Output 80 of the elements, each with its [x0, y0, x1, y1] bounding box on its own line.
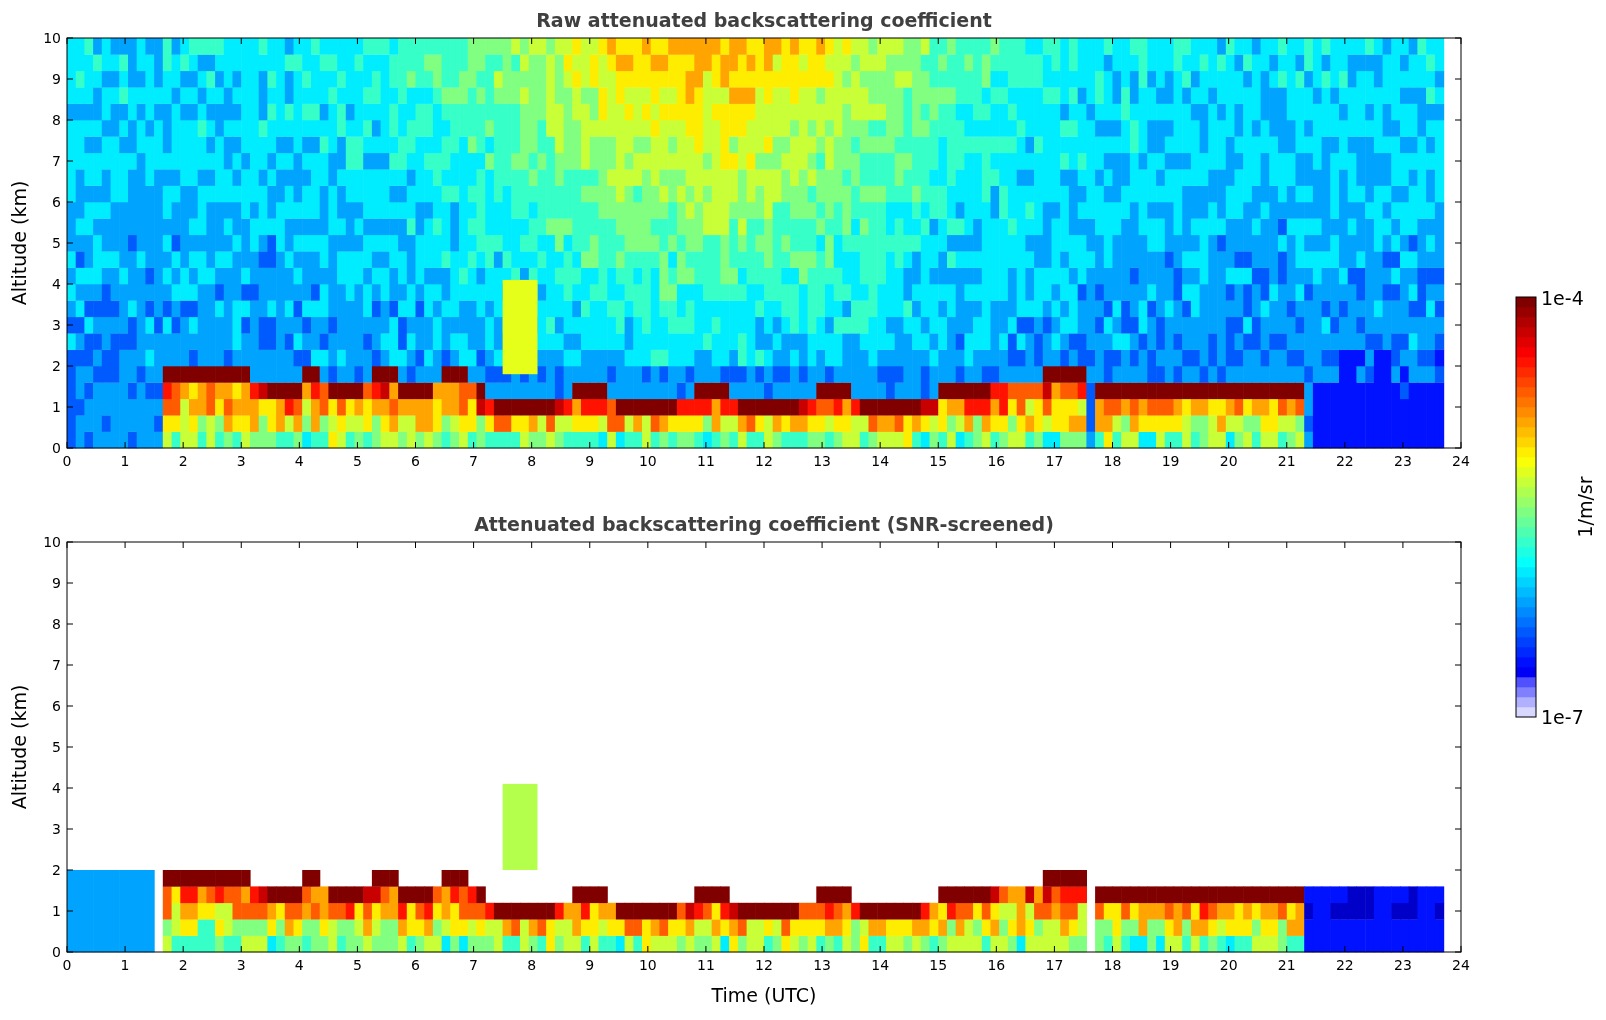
tick-label: 8 [52, 616, 61, 632]
tick-label: 1 [52, 399, 61, 415]
tick-label: 10 [43, 534, 61, 550]
tick-label: 16 [987, 957, 1006, 973]
tick-label: 11 [697, 957, 715, 973]
tick-label: 10 [638, 957, 657, 973]
colorbar-label: 1e-4 [1541, 287, 1584, 309]
tick-label: 9 [585, 453, 595, 469]
tick-label: 3 [236, 453, 246, 469]
chart-title: Attenuated backscattering coefficient (SNR-screened) [474, 513, 1054, 535]
tick-label: 24 [1452, 453, 1470, 469]
tick-label: 0 [62, 957, 72, 973]
tick-label: 9 [52, 575, 61, 591]
tick-label: 11 [697, 453, 715, 469]
chart-title: Raw attenuated backscattering coefficient [536, 9, 992, 31]
tick-label: 0 [62, 453, 72, 469]
tick-label: 6 [411, 453, 420, 469]
tick-label: 15 [929, 453, 948, 469]
axis-label: Time (UTC) [711, 984, 817, 1006]
tick-label: 7 [469, 957, 479, 973]
tick-label: 24 [1452, 957, 1470, 973]
tick-label: 4 [52, 276, 61, 292]
tick-label: 6 [52, 698, 61, 714]
tick-label: 17 [1045, 957, 1064, 973]
tick-label: 16 [987, 453, 1006, 469]
tick-label: 10 [43, 30, 61, 46]
axis-label: Altitude (km) [8, 684, 30, 810]
tick-label: 0 [52, 440, 61, 456]
tick-label: 14 [871, 453, 890, 469]
tick-label: 19 [1161, 957, 1180, 973]
axis-label: Altitude (km) [8, 180, 30, 306]
tick-label: 15 [929, 957, 948, 973]
tick-label: 22 [1335, 957, 1354, 973]
tick-label: 6 [411, 957, 420, 973]
tick-label: 21 [1277, 453, 1296, 469]
tick-label: 20 [1219, 957, 1238, 973]
tick-label: 2 [52, 358, 61, 374]
tick-label: 20 [1219, 453, 1238, 469]
tick-label: 8 [527, 453, 537, 469]
tick-label: 10 [638, 453, 657, 469]
tick-label: 3 [52, 317, 61, 333]
tick-label: 6 [52, 194, 61, 210]
tick-label: 5 [52, 235, 61, 251]
tick-label: 14 [871, 957, 890, 973]
tick-label: 18 [1103, 453, 1122, 469]
tick-label: 7 [52, 153, 61, 169]
tick-label: 12 [755, 453, 773, 469]
tick-label: 7 [469, 453, 479, 469]
tick-label: 2 [52, 862, 61, 878]
tick-label: 21 [1277, 957, 1296, 973]
tick-label: 5 [52, 739, 61, 755]
tick-label: 9 [52, 71, 61, 87]
tick-label: 1 [120, 453, 130, 469]
tick-label: 23 [1394, 957, 1412, 973]
tick-label: 17 [1045, 453, 1064, 469]
tick-label: 3 [236, 957, 246, 973]
tick-label: 3 [52, 821, 61, 837]
tick-label: 2 [178, 453, 188, 469]
tick-label: 19 [1161, 453, 1180, 469]
tick-label: 2 [178, 957, 188, 973]
tick-label: 22 [1335, 453, 1354, 469]
tick-label: 13 [813, 957, 831, 973]
tick-label: 23 [1394, 453, 1412, 469]
tick-label: 4 [294, 453, 304, 469]
tick-label: 4 [294, 957, 304, 973]
tick-label: 0 [52, 944, 61, 960]
tick-label: 18 [1103, 957, 1122, 973]
tick-label: 8 [527, 957, 537, 973]
tick-label: 7 [52, 657, 61, 673]
tick-label: 4 [52, 780, 61, 796]
colorbar-label: 1e-7 [1541, 706, 1584, 728]
tick-label: 13 [813, 453, 831, 469]
tick-label: 5 [352, 453, 362, 469]
tick-label: 8 [52, 112, 61, 128]
tick-label: 1 [120, 957, 130, 973]
axis-label: 1/m/sr [1574, 476, 1596, 538]
tick-label: 5 [352, 957, 362, 973]
tick-label: 12 [755, 957, 773, 973]
tick-label: 9 [585, 957, 595, 973]
tick-label: 1 [52, 903, 61, 919]
